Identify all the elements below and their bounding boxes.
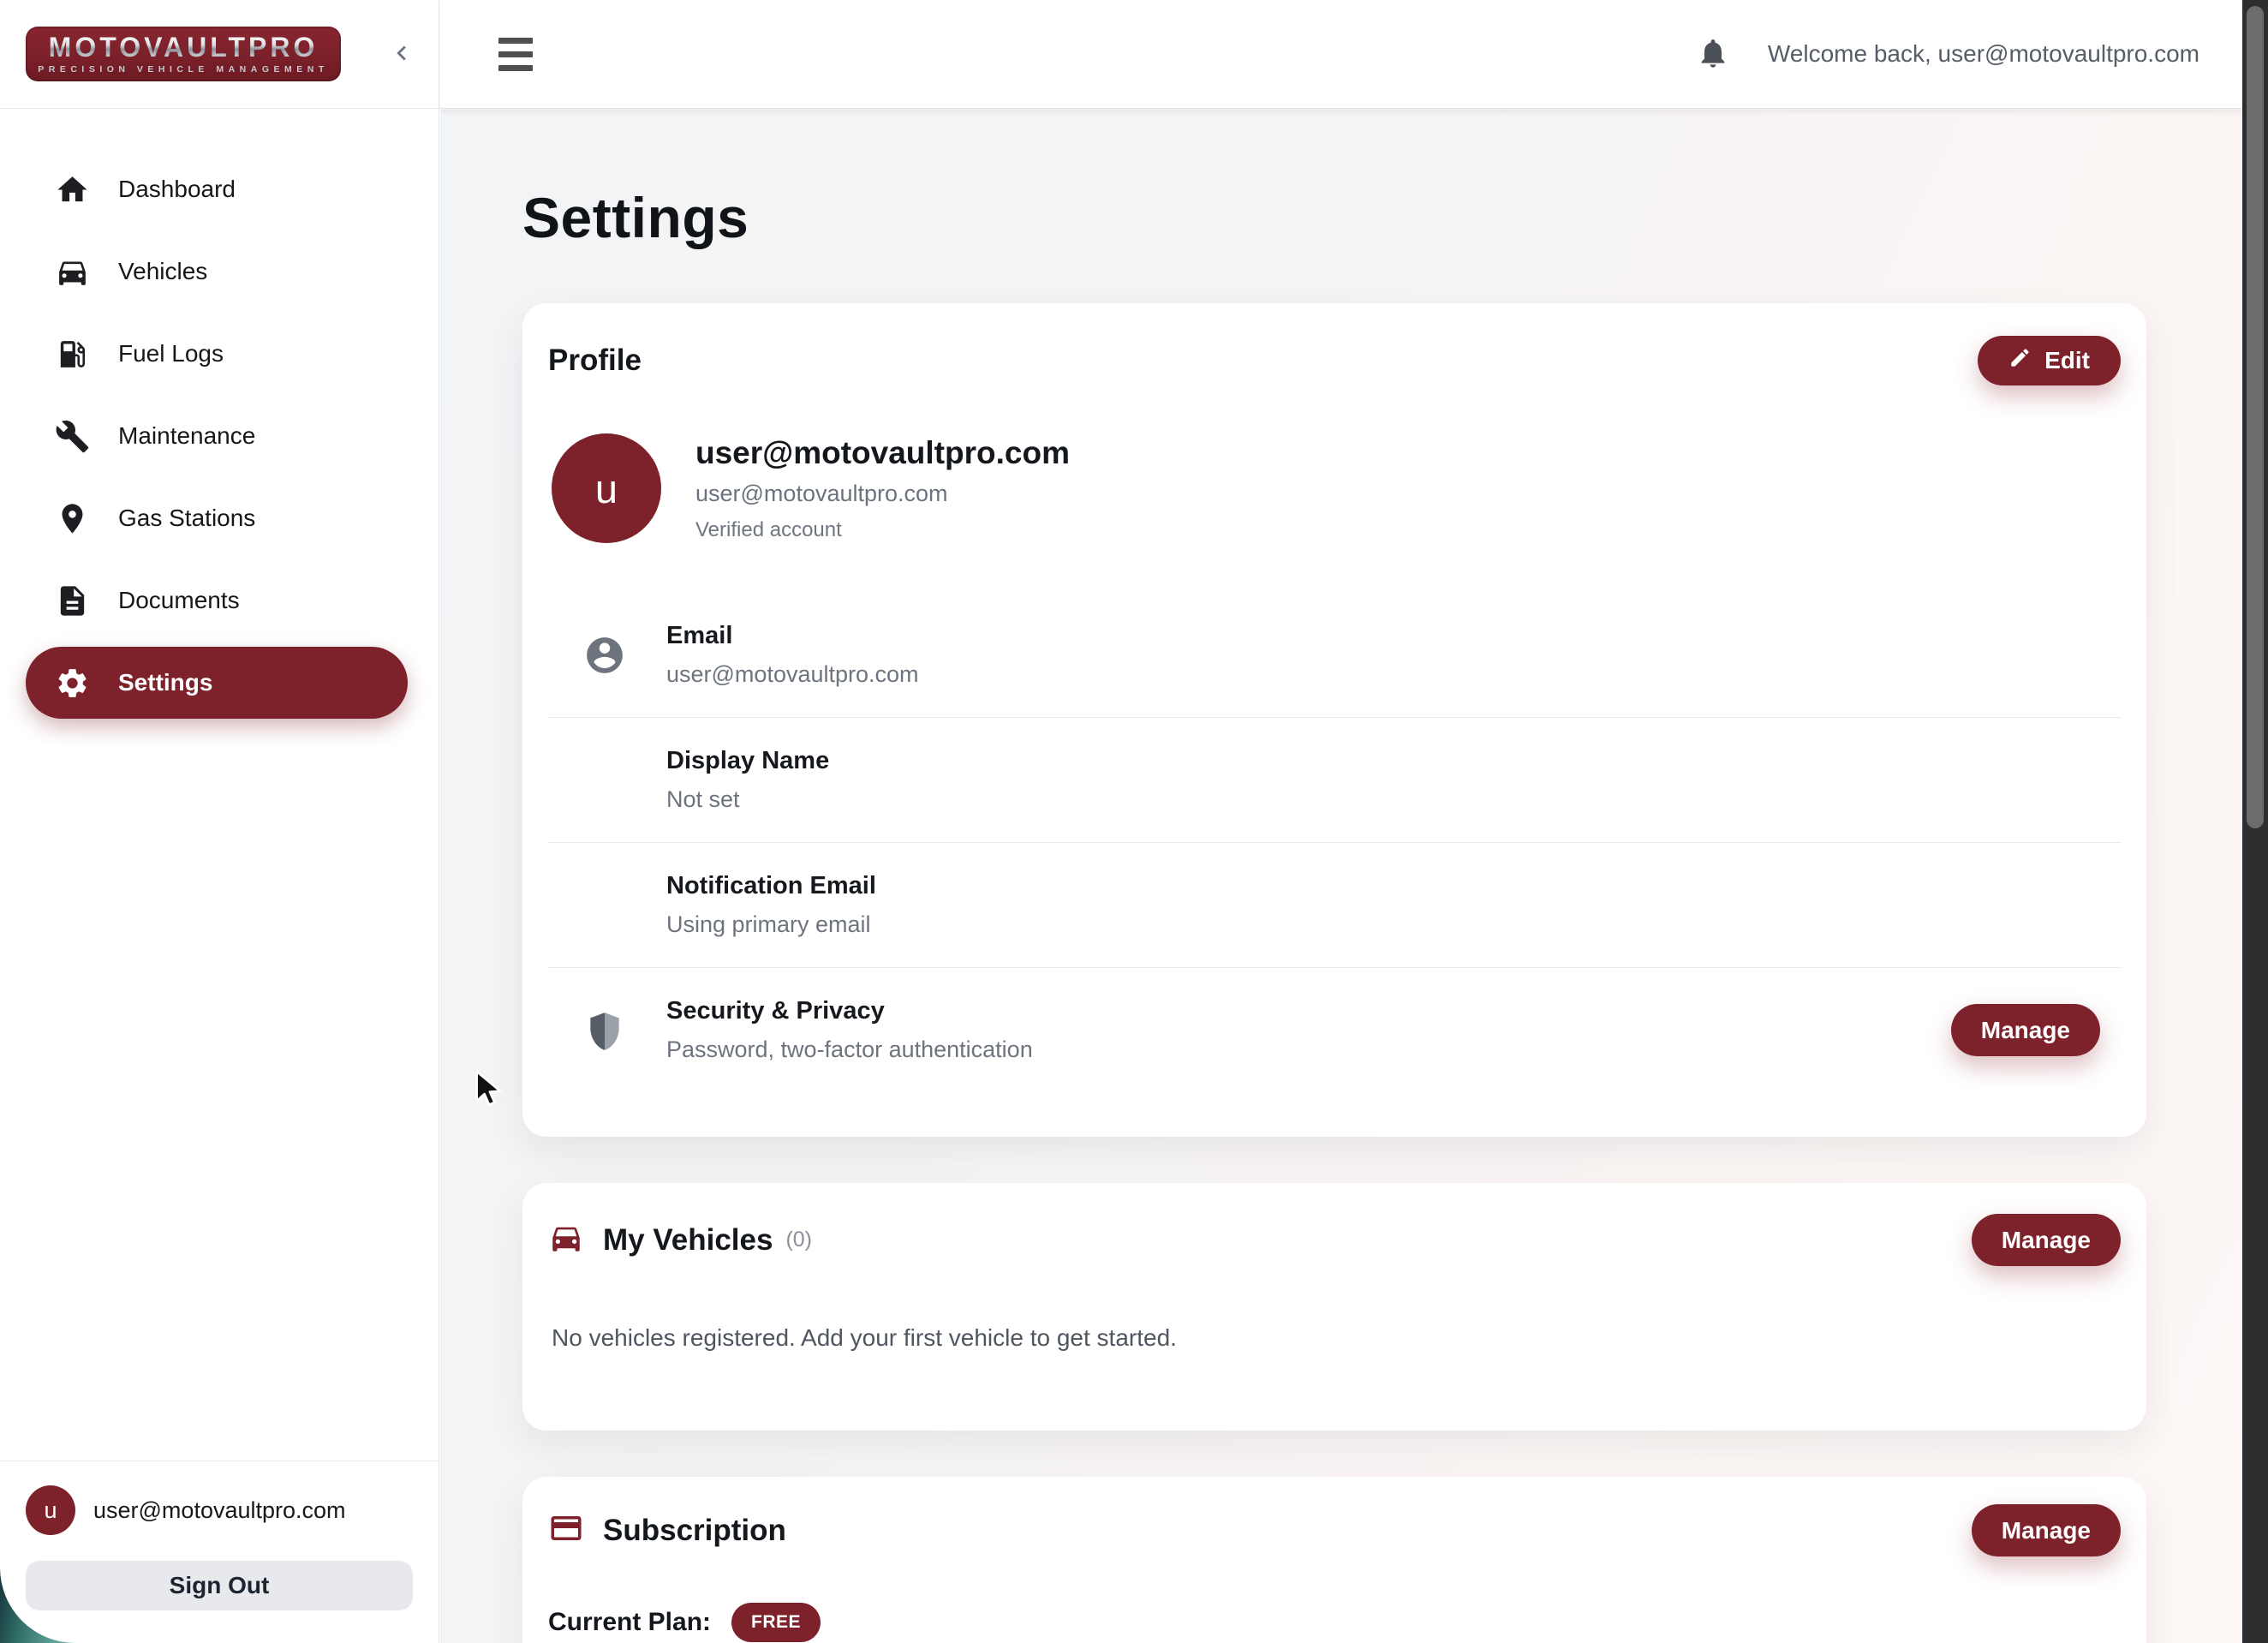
- pencil-icon: [2008, 346, 2044, 375]
- main-content: Settings Profile Edit u user@motovaultpr…: [440, 110, 2242, 1643]
- sign-out-button[interactable]: Sign Out: [26, 1561, 413, 1610]
- row-icon-placeholder: [581, 881, 629, 929]
- vehicles-empty-message: No vehicles registered. Add your first v…: [548, 1324, 2121, 1352]
- row-label: Email: [666, 622, 2121, 650]
- sidebar-user-section: u user@motovaultpro.com Sign Out: [0, 1461, 439, 1643]
- car-icon: [55, 254, 90, 290]
- display-name-row: Display Name Not set: [548, 717, 2121, 842]
- profile-verified-status: Verified account: [695, 518, 1070, 542]
- my-vehicles-card: My Vehicles (0) Manage No vehicles regis…: [522, 1183, 2146, 1431]
- notifications-button[interactable]: [1696, 36, 1730, 73]
- avatar: u: [26, 1485, 75, 1535]
- map-pin-icon: [55, 501, 90, 536]
- manage-vehicles-button[interactable]: Manage: [1972, 1214, 2121, 1266]
- sidebar-user-row: u user@motovaultpro.com: [26, 1485, 413, 1535]
- row-label: Display Name: [666, 747, 2121, 775]
- profile-card: Profile Edit u user@motovaultpro.com use…: [522, 303, 2146, 1137]
- bell-icon: [1696, 36, 1730, 73]
- chevron-left-icon: [387, 39, 416, 70]
- credit-card-icon: [548, 1510, 584, 1550]
- sidebar-item-documents[interactable]: Documents: [26, 565, 408, 636]
- app-logo-subtitle: PRECISION VEHICLE MANAGEMENT: [38, 65, 329, 75]
- security-privacy-row: Security & Privacy Password, two-factor …: [548, 967, 2121, 1092]
- app-logo: MOTOVAULTPRO PRECISION VEHICLE MANAGEMEN…: [26, 27, 341, 81]
- hamburger-menu-button[interactable]: [498, 38, 533, 71]
- email-row: Email user@motovaultpro.com: [548, 593, 2121, 717]
- manage-subscription-button[interactable]: Manage: [1972, 1504, 2121, 1556]
- sidebar-item-vehicles[interactable]: Vehicles: [26, 236, 408, 308]
- car-icon: [548, 1220, 584, 1260]
- vehicles-section-title: My Vehicles: [603, 1223, 773, 1258]
- row-label: Security & Privacy: [666, 997, 1951, 1025]
- profile-settings-rows: Email user@motovaultpro.com Display Name…: [548, 593, 2121, 1092]
- sidebar-collapse-button[interactable]: [387, 39, 416, 70]
- sidebar-item-label: Maintenance: [118, 422, 255, 450]
- sidebar-item-label: Fuel Logs: [118, 340, 224, 367]
- sidebar-item-label: Vehicles: [118, 258, 207, 285]
- row-icon-placeholder: [581, 756, 629, 804]
- profile-identity: u user@motovaultpro.com user@motovaultpr…: [548, 433, 2121, 543]
- avatar: u: [552, 433, 661, 543]
- sidebar-item-label: Gas Stations: [118, 505, 255, 532]
- document-icon: [55, 583, 90, 618]
- row-value: Using primary email: [666, 911, 2121, 938]
- edit-button-label: Edit: [2044, 347, 2090, 374]
- manage-security-button[interactable]: Manage: [1951, 1004, 2100, 1056]
- top-header: Welcome back, user@motovaultpro.com: [440, 0, 2242, 109]
- sidebar-nav: Dashboard Vehicles Fuel Logs Maintenance…: [0, 109, 439, 719]
- current-plan-label: Current Plan:: [548, 1608, 711, 1637]
- notification-email-row: Notification Email Using primary email: [548, 842, 2121, 967]
- row-label: Notification Email: [666, 872, 2121, 900]
- subscription-card: Subscription Manage Current Plan: FREE: [522, 1477, 2146, 1643]
- profile-name: user@motovaultpro.com: [695, 435, 1070, 471]
- row-value: Not set: [666, 786, 2121, 813]
- sidebar-item-label: Documents: [118, 587, 240, 614]
- sidebar-item-label: Dashboard: [118, 176, 236, 203]
- sidebar-item-maintenance[interactable]: Maintenance: [26, 400, 408, 472]
- profile-email: user@motovaultpro.com: [695, 481, 1070, 507]
- subscription-section-title: Subscription: [603, 1514, 786, 1548]
- sidebar-item-dashboard[interactable]: Dashboard: [26, 153, 408, 225]
- page-title: Settings: [522, 185, 2146, 250]
- gear-icon: [55, 666, 90, 701]
- scrollbar-thumb[interactable]: [2247, 6, 2264, 828]
- sidebar-item-fuel-logs[interactable]: Fuel Logs: [26, 318, 408, 390]
- sidebar-logo-area: MOTOVAULTPRO PRECISION VEHICLE MANAGEMEN…: [0, 0, 439, 109]
- sidebar: MOTOVAULTPRO PRECISION VEHICLE MANAGEMEN…: [0, 0, 439, 1643]
- home-icon: [55, 172, 90, 207]
- profile-section-title: Profile: [548, 344, 642, 378]
- row-value: Password, two-factor authentication: [666, 1037, 1951, 1063]
- app-logo-title: MOTOVAULTPRO: [49, 33, 319, 61]
- sidebar-item-settings[interactable]: Settings: [26, 647, 408, 719]
- welcome-message: Welcome back, user@motovaultpro.com: [1768, 40, 2199, 68]
- account-circle-icon: [581, 631, 629, 679]
- vehicles-count: (0): [785, 1228, 812, 1252]
- plan-badge: FREE: [731, 1603, 821, 1642]
- shield-icon: [581, 1007, 629, 1055]
- edit-profile-button[interactable]: Edit: [1978, 336, 2121, 385]
- row-value: user@motovaultpro.com: [666, 661, 2121, 688]
- sidebar-user-email: user@motovaultpro.com: [93, 1497, 346, 1524]
- scrollbar-track[interactable]: [2242, 0, 2268, 1643]
- sidebar-item-gas-stations[interactable]: Gas Stations: [26, 482, 408, 554]
- wrench-icon: [55, 419, 90, 454]
- sidebar-item-label: Settings: [118, 669, 212, 696]
- fuel-pump-icon: [55, 337, 90, 372]
